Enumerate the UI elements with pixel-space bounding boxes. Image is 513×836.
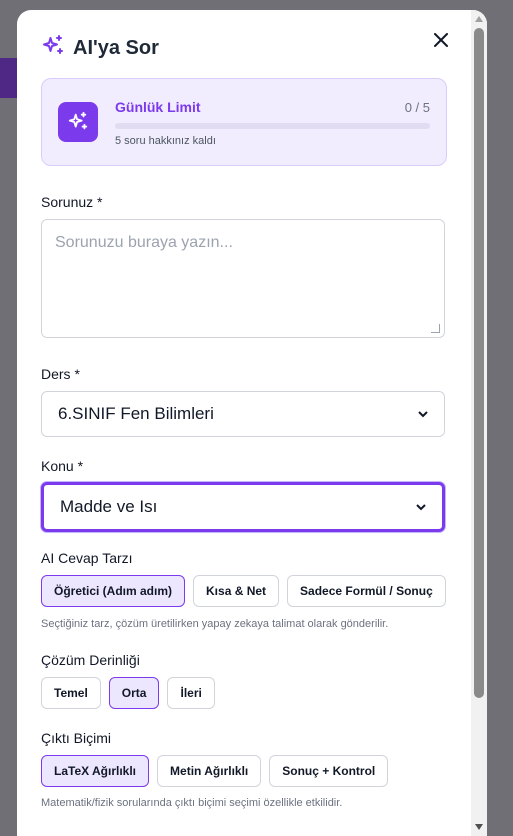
chevron-down-icon — [418, 411, 428, 418]
daily-limit-card: Günlük Limit 0 / 5 5 soru hakkınız kaldı — [41, 78, 447, 166]
limit-remaining-text: 5 soru hakkınız kaldı — [115, 135, 216, 147]
scrollbar[interactable] — [471, 10, 487, 836]
modal-header: AI'ya Sor — [41, 34, 159, 63]
limit-progress-bar — [115, 123, 430, 129]
style-option-ogretici[interactable]: Öğretici (Adım adım) — [41, 575, 186, 607]
sparkle-icon — [68, 111, 88, 130]
chevron-down-icon — [416, 504, 426, 511]
scroll-up-icon[interactable] — [475, 16, 483, 22]
output-option-metin[interactable]: Metin Ağırlıklı — [157, 755, 262, 787]
limit-badge — [58, 102, 98, 142]
modal-title: AI'ya Sor — [73, 36, 159, 59]
topic-value: Madde ve Isı — [60, 497, 158, 516]
style-options: Öğretici (Adım adım) Kısa & Net Sadece F… — [41, 575, 446, 607]
question-placeholder: Sorunuzu buraya yazın... — [55, 234, 233, 251]
subject-label: Ders * — [41, 366, 80, 382]
output-option-latex[interactable]: LaTeX Ağırlıklı — [41, 755, 150, 787]
scrollbar-thumb[interactable] — [474, 28, 484, 698]
subject-select[interactable]: 6.SINIF Fen Bilimleri — [41, 391, 445, 437]
resize-handle-icon[interactable] — [431, 324, 440, 333]
depth-label: Çözüm Derinliği — [41, 652, 140, 668]
question-textarea[interactable]: Sorunuzu buraya yazın... — [41, 219, 445, 338]
style-hint: Seçtiğiniz tarz, çözüm üretilirken yapay… — [41, 618, 389, 630]
style-label: AI Cevap Tarzı — [41, 550, 133, 566]
subject-value: 6.SINIF Fen Bilimleri — [58, 404, 214, 423]
topic-select[interactable]: Madde ve Isı — [41, 482, 445, 532]
ask-ai-modal: AI'ya Sor Günlük Limit 0 / 5 5 soru hakk… — [17, 10, 487, 836]
depth-options: Temel Orta İleri — [41, 677, 215, 709]
limit-title: Günlük Limit — [115, 99, 201, 115]
limit-count: 0 / 5 — [404, 100, 430, 115]
sparkle-icon — [41, 34, 65, 63]
topic-label: Konu * — [41, 458, 84, 474]
style-option-kisa-net[interactable]: Kısa & Net — [193, 575, 280, 607]
depth-option-temel[interactable]: Temel — [41, 677, 101, 709]
style-option-formul[interactable]: Sadece Formül / Sonuç — [287, 575, 446, 607]
depth-option-ileri[interactable]: İleri — [167, 677, 215, 709]
output-label: Çıktı Biçimi — [41, 730, 111, 746]
output-options: LaTeX Ağırlıklı Metin Ağırlıklı Sonuç + … — [41, 755, 389, 787]
output-option-sonuc-kontrol[interactable]: Sonuç + Kontrol — [269, 755, 389, 787]
question-label: Sorunuz * — [41, 194, 103, 210]
output-hint: Matematik/fizik sorularında çıktı biçimi… — [41, 797, 343, 809]
scroll-down-icon[interactable] — [475, 824, 483, 830]
close-icon — [434, 33, 448, 47]
close-button[interactable] — [431, 30, 451, 50]
depth-option-orta[interactable]: Orta — [108, 677, 160, 709]
